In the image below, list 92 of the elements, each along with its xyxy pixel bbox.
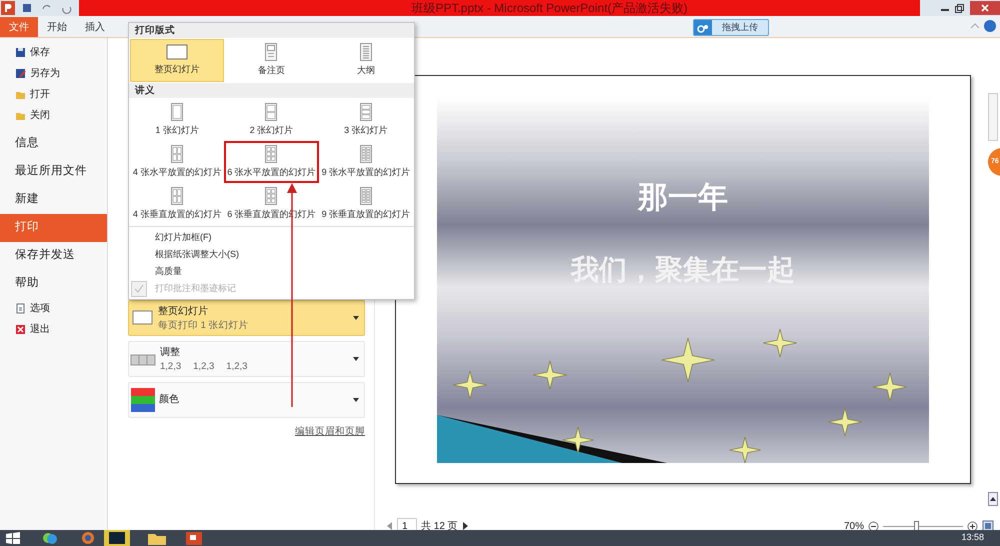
- cloud-link-icon: [697, 22, 709, 32]
- page-layout-icon: [171, 144, 184, 163]
- previous-page-icon: [385, 521, 393, 531]
- sidebar-item[interactable]: 保存并发送: [0, 242, 107, 270]
- sidebar-item[interactable]: 另存为: [0, 63, 107, 84]
- settings-dropdown[interactable]: 颜色: [128, 382, 365, 418]
- layout-option[interactable]: 2 张幻灯片: [224, 99, 319, 141]
- slide-page-icon: [166, 44, 188, 60]
- layout-option[interactable]: 备注页: [224, 39, 319, 82]
- layout-option[interactable]: 9 张垂直放置的幻灯片: [318, 183, 413, 225]
- sidebar-item[interactable]: 最近所用文件: [0, 158, 107, 186]
- page-layout-icon: [265, 102, 278, 121]
- sidebar-item[interactable]: 信息: [0, 130, 107, 158]
- star-icon: [562, 426, 594, 453]
- ribbon-tab[interactable]: 开始: [38, 17, 76, 37]
- layout-option[interactable]: 3 张幻灯片: [318, 99, 413, 141]
- settings-dropdown[interactable]: 整页幻灯片 每页打印 1 张幻灯片: [128, 300, 365, 336]
- document-icon: [15, 303, 26, 314]
- page-layout-icon: [265, 186, 278, 205]
- star-icon: [872, 372, 908, 401]
- floppy-pen-icon: [15, 68, 26, 79]
- windows-logo-icon: [6, 532, 20, 544]
- upload-button[interactable]: 拖拽上传: [693, 19, 769, 36]
- close-button[interactable]: [970, 1, 1000, 15]
- next-page-icon: [462, 521, 470, 531]
- app-circles-icon: [42, 531, 58, 545]
- layout-option[interactable]: 1 张幻灯片: [130, 99, 224, 141]
- slide-title: 那一年: [636, 180, 729, 216]
- scroll-down-icon: [988, 492, 998, 506]
- zoom-level: 70%: [844, 520, 864, 534]
- star-icon: [661, 337, 715, 382]
- page-layout-icon: [360, 144, 372, 163]
- dropdown-caret-icon: [352, 397, 360, 403]
- zoom-out-icon: [868, 520, 879, 532]
- sidebar-item[interactable]: 选项: [0, 298, 107, 319]
- section-header: 讲义: [129, 83, 414, 98]
- close-icon: [981, 4, 989, 12]
- page-layout-icon: [360, 102, 372, 121]
- page-count: 共 12 页: [421, 520, 458, 534]
- slide-page-icon: [132, 310, 154, 326]
- help-icon: [968, 19, 998, 33]
- dropdown-caret-icon: [352, 315, 360, 321]
- sidebar-item[interactable]: 帮助: [0, 270, 107, 298]
- settings-dropdown[interactable]: 调整 1,2,3 1,2,3 1,2,3: [128, 341, 365, 377]
- sidebar-item[interactable]: 退出: [0, 319, 107, 340]
- ribbon-tab[interactable]: 文件: [0, 17, 38, 37]
- layout-option[interactable]: 6 张水平放置的幻灯片: [224, 141, 319, 183]
- presentation-app-icon: [184, 531, 204, 545]
- page-layout-icon: [171, 186, 184, 205]
- sidebar-item[interactable]: 关闭: [0, 105, 107, 126]
- vertical-scrollbar[interactable]: [988, 93, 998, 141]
- menu-option[interactable]: 高质量: [129, 263, 414, 280]
- media-app-icon: [104, 530, 130, 546]
- page-layout-icon: [171, 102, 184, 121]
- star-icon: [828, 407, 862, 436]
- star-icon: [762, 328, 798, 357]
- section-header: 打印版式: [129, 23, 414, 38]
- page-layout-icon: [265, 144, 278, 163]
- header-footer-link[interactable]: 编辑页眉和页脚: [295, 425, 365, 440]
- sidebar-item[interactable]: 保存: [0, 42, 107, 63]
- sidebar-item[interactable]: 新建: [0, 186, 107, 214]
- folder-icon: [146, 531, 168, 545]
- clock: 13:58: [961, 531, 984, 544]
- app-logo-icon: [1, 1, 15, 15]
- layout-option[interactable]: 4 张垂直放置的幻灯片: [130, 183, 224, 225]
- menu-option: 打印批注和墨迹标记: [129, 280, 414, 297]
- folder-icon: [15, 110, 26, 121]
- window-title: 班级PPT.pptx - Microsoft PowerPoint(产品激活失败): [411, 0, 688, 16]
- sidebar-item[interactable]: 打印: [0, 214, 107, 242]
- zoom-in-icon: [967, 520, 978, 532]
- menu-option[interactable]: 幻灯片加框(F): [129, 229, 414, 246]
- fit-to-window-icon: [982, 520, 994, 532]
- layout-option[interactable]: 9 张水平放置的幻灯片: [318, 141, 413, 183]
- layout-option[interactable]: 大纲: [318, 39, 413, 82]
- dropdown-caret-icon: [352, 356, 360, 362]
- browser-icon: [80, 531, 96, 545]
- star-icon: [532, 360, 568, 389]
- folder-icon: [15, 89, 26, 100]
- layout-option[interactable]: 整页幻灯片: [130, 39, 224, 82]
- restore-icon[interactable]: [955, 4, 964, 12]
- color-bars-icon: [131, 388, 155, 412]
- layout-option[interactable]: 4 张水平放置的幻灯片: [130, 141, 224, 183]
- ribbon-tab[interactable]: 插入: [76, 17, 114, 37]
- page-layout-icon: [360, 43, 372, 62]
- star-icon: [452, 370, 488, 399]
- page-layout-icon: [265, 43, 278, 62]
- star-icon: [729, 436, 761, 462]
- page-layout-icon: [360, 186, 372, 205]
- close-icon: [15, 324, 26, 335]
- sidebar-item[interactable]: 打开: [0, 84, 107, 105]
- zoom-slider-thumb[interactable]: [914, 520, 919, 530]
- menu-option[interactable]: 根据纸张调整大小(S): [129, 246, 414, 263]
